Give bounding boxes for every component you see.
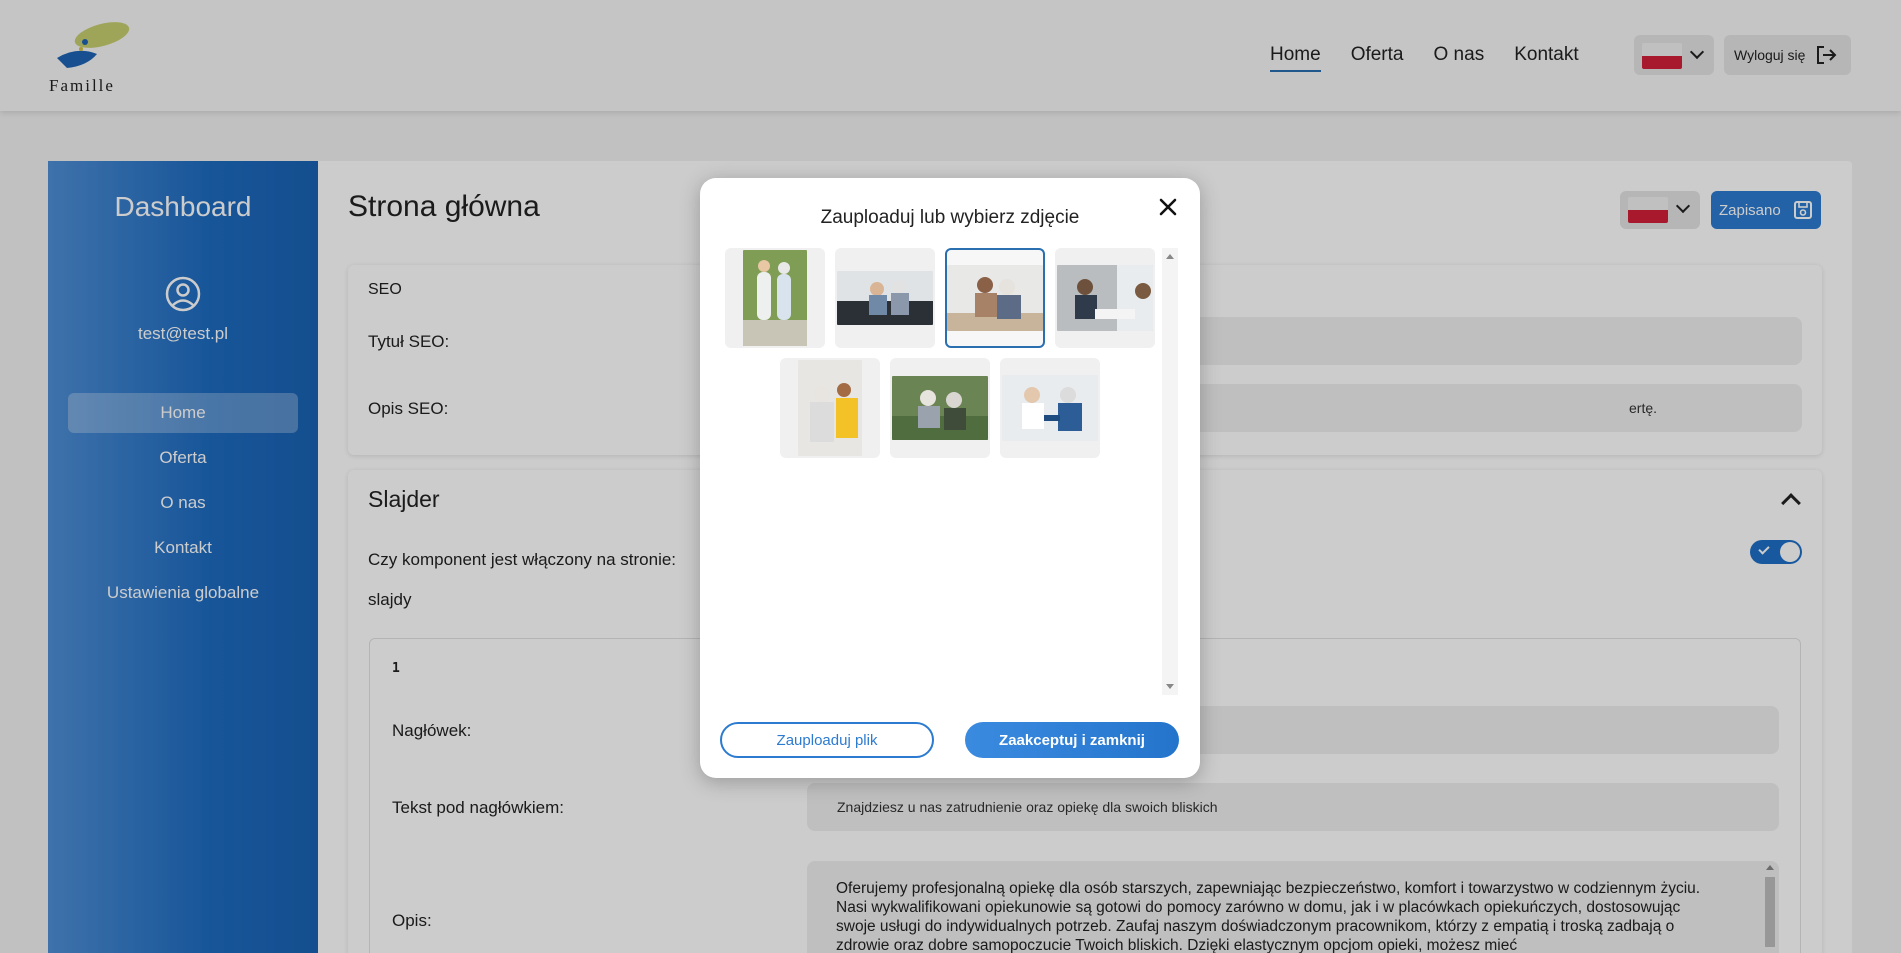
- gallery-image-seniors-outdoors[interactable]: [890, 358, 990, 458]
- gallery-scrollbar[interactable]: [1162, 248, 1178, 695]
- scroll-down-arrow-icon[interactable]: [1166, 684, 1174, 689]
- modal-title: Zauploaduj lub wybierz zdjęcie: [820, 207, 1080, 228]
- photo-caregiver-walking-icon: [743, 250, 807, 346]
- close-icon[interactable]: [1156, 195, 1180, 219]
- image-gallery: [725, 248, 1165, 698]
- photo-seniors-outdoors-icon: [892, 376, 988, 440]
- photo-office-consultation-icon: [1057, 265, 1153, 331]
- gallery-image-nurse-senior[interactable]: [780, 358, 880, 458]
- accept-and-close-button[interactable]: Zaakceptuj i zamknij: [965, 722, 1179, 758]
- photo-nurse-senior-icon: [798, 360, 862, 456]
- gallery-image-seniors-sofa[interactable]: [835, 248, 935, 348]
- scroll-up-arrow-icon[interactable]: [1166, 254, 1174, 259]
- gallery-image-caregiver-walking[interactable]: [725, 248, 825, 348]
- photo-caregiver-hug-icon: [947, 265, 1043, 331]
- photo-seniors-sofa-icon: [837, 271, 933, 325]
- gallery-image-caregiver-hug[interactable]: [945, 248, 1045, 348]
- upload-file-button[interactable]: Zauploaduj plik: [720, 722, 934, 758]
- gallery-image-blood-pressure[interactable]: [1000, 358, 1100, 458]
- gallery-image-office-consultation[interactable]: [1055, 248, 1155, 348]
- image-picker-modal: Zauploaduj lub wybierz zdjęcie Zauploadu…: [700, 178, 1200, 778]
- photo-blood-pressure-icon: [1002, 375, 1098, 441]
